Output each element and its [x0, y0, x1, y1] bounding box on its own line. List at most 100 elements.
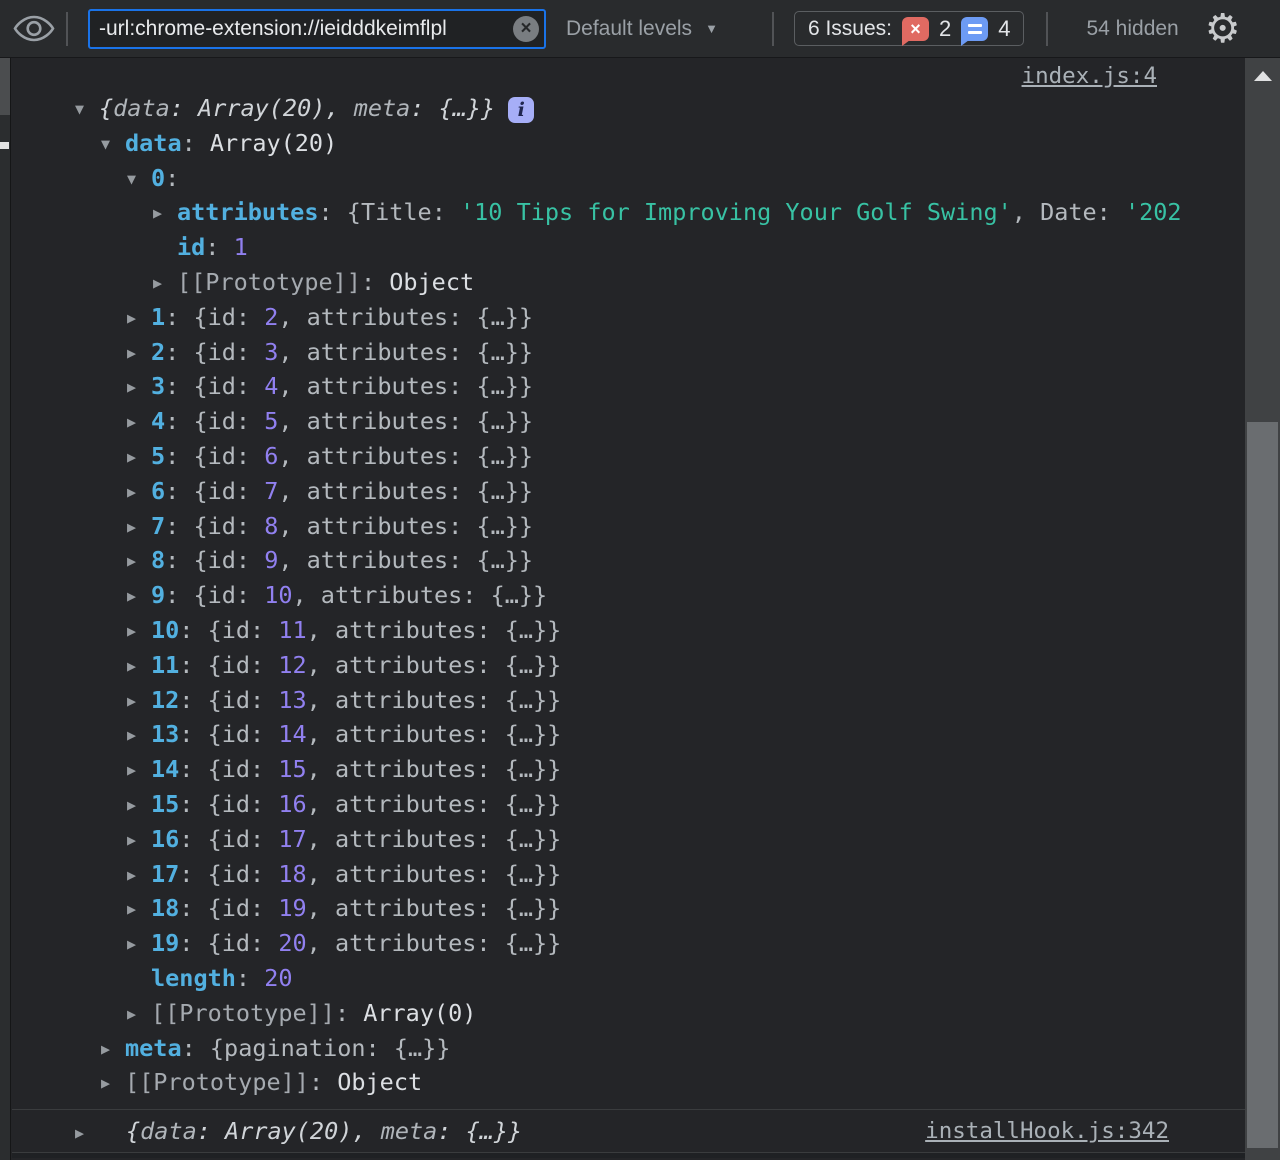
log-levels-dropdown[interactable]: Default levels ▼	[566, 17, 718, 41]
token-key: 17	[151, 859, 180, 888]
token-key: length	[151, 963, 236, 992]
token-num: 17	[278, 824, 307, 853]
disclosure-triangle-icon[interactable]: ▶	[127, 823, 151, 857]
disclosure-triangle-icon[interactable]: ▶	[75, 1124, 126, 1142]
filter-text[interactable]: -url:chrome-extension://ieidddkeimflpl	[90, 17, 513, 41]
token-punc: ,	[306, 824, 335, 853]
disclosure-triangle-icon[interactable]: ▶	[127, 753, 151, 787]
token-punc: :	[448, 407, 477, 436]
token-punc: :	[476, 894, 505, 923]
disclosure-triangle-icon[interactable]: ▶	[127, 336, 151, 370]
settings-gear-button[interactable]: ⚙	[1205, 9, 1241, 49]
token-key: 1	[151, 302, 166, 331]
token-key: 13	[151, 720, 180, 749]
toolbar-divider	[66, 11, 68, 46]
disclosure-triangle-icon[interactable]: ▶	[101, 1066, 125, 1100]
token-cls: Array(20)	[198, 94, 326, 122]
issues-counter[interactable]: 6 Issues: × 2 4	[793, 11, 1025, 46]
token-punc: ,	[306, 720, 335, 749]
token-proto: [[Prototype]]	[151, 998, 335, 1027]
token-pkey: attributes	[306, 337, 449, 366]
token-num: 20	[264, 963, 293, 992]
source-link[interactable]: installHook.js:342	[925, 1118, 1245, 1144]
token-num: 16	[278, 789, 307, 818]
token-num: 2	[264, 302, 279, 331]
token-key: 7	[151, 511, 166, 540]
token-punc: :	[250, 755, 279, 784]
disclosure-triangle-icon[interactable]: ▶	[127, 684, 151, 718]
disclosure-triangle-icon[interactable]: ▶	[127, 370, 151, 404]
disclosure-triangle-icon[interactable]: ▶	[101, 1032, 125, 1066]
token-pkey: id	[207, 511, 236, 540]
token-num: 1	[233, 233, 248, 262]
token-key: 9	[151, 581, 166, 610]
console-filter-input[interactable]: -url:chrome-extension://ieidddkeimflpl ×	[88, 8, 546, 49]
tree-row: ▶ 2: {id: 3, attributes: {…}}	[12, 335, 1245, 370]
disclosure-triangle-icon[interactable]: ▶	[127, 579, 151, 613]
token-punc: :	[448, 476, 477, 505]
token-pkey: id	[221, 789, 251, 818]
token-punc: ,	[278, 372, 307, 401]
left-strip-scrollthumb	[0, 58, 10, 115]
token-punc: :	[250, 894, 279, 923]
object-tree: ▼ {data: Array(20), meta: {…}} i ▼ data: Arr…	[12, 91, 1245, 1100]
token-punc: ,	[278, 546, 307, 575]
vertical-scrollbar[interactable]	[1245, 58, 1280, 1160]
clear-filter-button[interactable]: ×	[513, 15, 539, 42]
disclosure-triangle-icon[interactable]: ▶	[127, 544, 151, 578]
disclosure-triangle-icon[interactable]: ▶	[127, 614, 151, 648]
disclosure-triangle-icon[interactable]: ▶	[127, 997, 151, 1031]
token-punc: : {	[179, 615, 222, 644]
token-proto: [[Prototype]]	[125, 1068, 309, 1097]
disclosure-triangle-icon[interactable]: ▶	[127, 475, 151, 509]
token-punc: :	[1096, 198, 1125, 227]
disclosure-triangle-icon[interactable]: ▶	[127, 649, 151, 683]
disclosure-triangle-icon[interactable]: ▶	[127, 718, 151, 752]
token-pkey: id	[221, 685, 251, 714]
tree-row: ▶ 13: {id: 14, attributes: {…}}	[12, 717, 1245, 752]
token-key: meta	[125, 1033, 182, 1062]
token-str: '202	[1124, 198, 1182, 227]
token-num: 8	[264, 511, 279, 540]
tree-row: ▶ 6: {id: 7, attributes: {…}}	[12, 474, 1245, 509]
tree-row: ▶ attributes: {Title: '10 Tips for Improv…	[12, 195, 1245, 230]
disclosure-triangle-icon[interactable]: ▼	[127, 162, 151, 196]
token-punc: :	[308, 1068, 338, 1097]
scroll-up-arrow-icon[interactable]	[1253, 71, 1272, 81]
live-expression-eye-button[interactable]	[12, 7, 56, 51]
token-punc: {…}}	[476, 511, 534, 540]
disclosure-triangle-icon[interactable]: ▶	[127, 510, 151, 544]
token-pkey: id	[221, 929, 251, 958]
token-num: 9	[264, 546, 279, 575]
message-source-row: index.js:4	[12, 58, 1245, 91]
token-num: 3	[264, 337, 279, 366]
disclosure-triangle-icon[interactable]: ▶	[127, 440, 151, 474]
token-pkey: data	[140, 1117, 197, 1146]
token-punc: :	[448, 302, 477, 331]
token-cls: Array(20)	[225, 1117, 353, 1146]
disclosure-triangle-icon[interactable]: ▶	[127, 892, 151, 926]
disclosure-triangle-icon[interactable]: ▶	[153, 196, 177, 230]
scrollbar-thumb[interactable]	[1247, 422, 1278, 1148]
source-link[interactable]: index.js:4	[1022, 63, 1157, 89]
token-pkey: id	[207, 337, 236, 366]
token-pkey: id	[207, 372, 236, 401]
disclosure-triangle-icon[interactable]: ▶	[127, 927, 151, 961]
tree-row: ▶ 9: {id: 10, attributes: {…}}	[12, 578, 1245, 613]
console-message: ▶ {data: Array(20), meta: {…}} installHoo…	[12, 1109, 1245, 1154]
disclosure-triangle-icon[interactable]: ▼	[75, 92, 99, 126]
token-pkey: attributes	[334, 859, 477, 888]
disclosure-triangle-icon[interactable]: ▼	[101, 127, 125, 161]
bottom-strip	[12, 1153, 1245, 1159]
token-punc: ,	[278, 302, 307, 331]
disclosure-triangle-icon[interactable]: ▶	[127, 858, 151, 892]
disclosure-triangle-icon[interactable]: ▶	[153, 266, 177, 300]
info-icon[interactable]: i	[508, 96, 535, 123]
disclosure-triangle-icon[interactable]: ▶	[127, 405, 151, 439]
issue-info-count: 4	[998, 15, 1011, 41]
disclosure-triangle-icon[interactable]: ▶	[127, 301, 151, 335]
token-pkey: data	[113, 94, 170, 122]
disclosure-triangle-icon[interactable]: ▶	[127, 788, 151, 822]
tree-row: ▶ 12: {id: 13, attributes: {…}}	[12, 683, 1245, 718]
token-pkey: attributes	[306, 302, 449, 331]
